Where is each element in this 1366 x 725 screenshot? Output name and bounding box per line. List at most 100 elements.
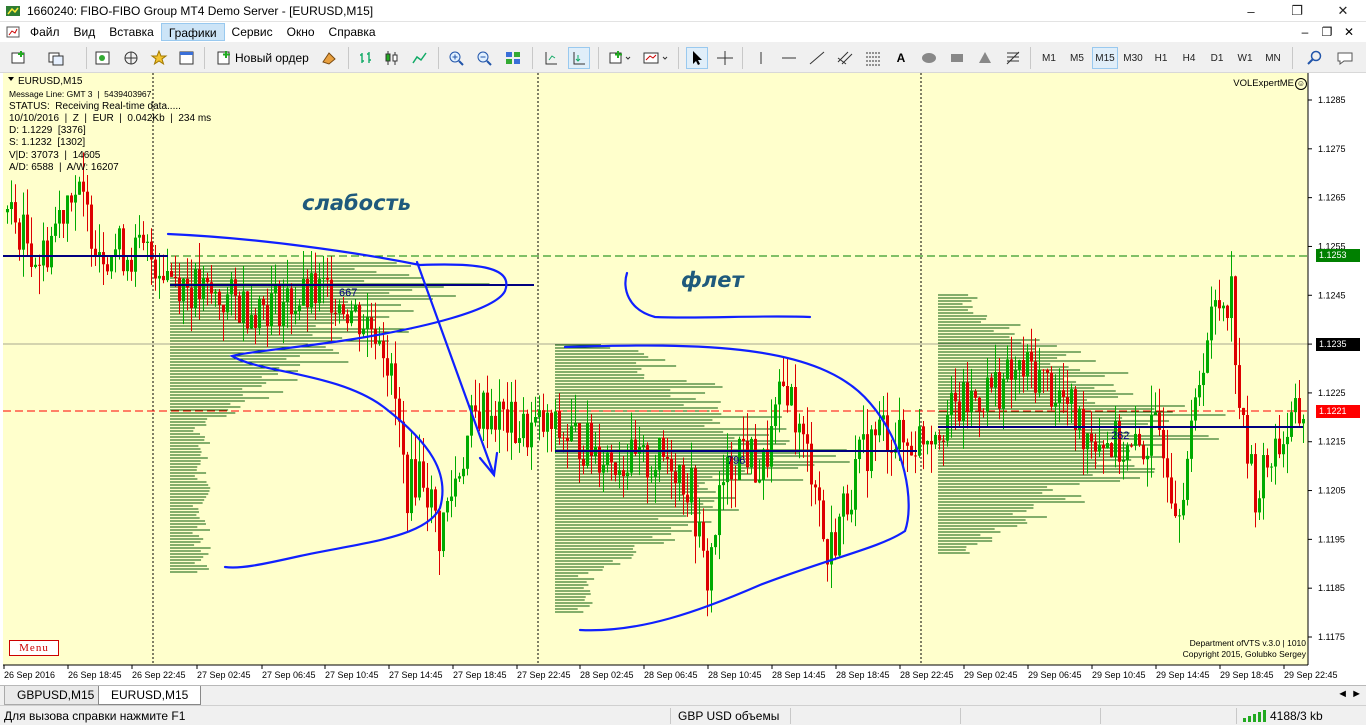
candle-body: [1146, 455, 1149, 460]
search-icon[interactable]: [1304, 47, 1326, 69]
terminal-icon[interactable]: [176, 47, 198, 69]
candle-body: [54, 223, 57, 236]
navigator-icon[interactable]: [120, 47, 142, 69]
new-order-label: Новый ордер: [235, 51, 309, 65]
candlestick-icon[interactable]: [381, 47, 403, 69]
market-watch-icon[interactable]: [92, 47, 114, 69]
candle-body: [770, 426, 773, 467]
mdi-restore-button[interactable]: ❐: [1316, 25, 1338, 39]
candle-body: [386, 358, 389, 376]
timeframe-mn[interactable]: MN: [1260, 47, 1286, 69]
timeframe-m5[interactable]: M5: [1064, 47, 1090, 69]
expert-smiley-icon[interactable]: ☺: [1295, 78, 1307, 90]
time-tick-label: 27 Sep 18:45: [453, 670, 507, 680]
menu-charts[interactable]: Графики: [160, 23, 225, 41]
timeframe-m15[interactable]: M15: [1092, 47, 1118, 69]
horizontal-line-icon[interactable]: [778, 47, 800, 69]
chart-window-icon[interactable]: [6, 25, 20, 39]
timeframe-h1[interactable]: H1: [1148, 47, 1174, 69]
time-tick-label: 27 Sep 06:45: [262, 670, 316, 680]
menu-file[interactable]: Файл: [23, 23, 67, 41]
new-order-button[interactable]: Новый ордер: [212, 47, 313, 69]
indicators-icon[interactable]: [606, 47, 634, 69]
candle-body: [354, 304, 357, 311]
vertical-line-icon[interactable]: [750, 47, 772, 69]
candle-body: [1134, 433, 1137, 446]
autotrading-icon[interactable]: [318, 47, 340, 69]
zoom-in-icon[interactable]: [446, 47, 468, 69]
candle-body: [370, 317, 373, 330]
chat-icon[interactable]: [1334, 47, 1356, 69]
channel-icon[interactable]: [834, 47, 856, 69]
cursor-icon[interactable]: [686, 47, 708, 69]
menu-view[interactable]: Вид: [67, 23, 103, 41]
chart-window[interactable]: 667 796 262 1.1285 1.1275 1.1265 1.1255 1.1245…: [0, 73, 1366, 685]
profile-volume-label: 262: [1111, 430, 1129, 442]
tile-windows-icon[interactable]: [502, 47, 524, 69]
timeframe-h4[interactable]: H4: [1176, 47, 1202, 69]
candle-body: [1042, 369, 1045, 371]
line-chart-icon[interactable]: [409, 47, 431, 69]
zoom-out-icon[interactable]: [474, 47, 496, 69]
menu-tools[interactable]: Сервис: [225, 23, 280, 41]
app-icon: [6, 5, 20, 16]
menu-button[interactable]: Menu: [9, 640, 59, 656]
menu-help[interactable]: Справка: [322, 23, 383, 41]
timeframe-d1[interactable]: D1: [1204, 47, 1230, 69]
time-tick-label: 29 Sep 14:45: [1156, 670, 1210, 680]
candle-body: [338, 304, 341, 314]
candle-body: [1214, 300, 1217, 307]
candle-body: [122, 228, 125, 272]
new-chart-icon[interactable]: [8, 47, 30, 69]
auto-scroll-icon[interactable]: [568, 47, 590, 69]
candle-body: [1226, 305, 1229, 319]
profiles-icon[interactable]: [46, 47, 68, 69]
chart-tabs: GBPUSD,M15 EURUSD,M15 ◄ ►: [0, 685, 1366, 705]
templates-icon[interactable]: [640, 47, 672, 69]
text-tool-button[interactable]: A: [890, 47, 912, 69]
rectangle-icon[interactable]: [946, 47, 968, 69]
mdi-close-button[interactable]: ✕: [1338, 25, 1360, 39]
crosshair-icon[interactable]: [714, 47, 736, 69]
candle-body: [350, 310, 353, 324]
chart-shift-icon[interactable]: [540, 47, 562, 69]
candle-body: [98, 252, 101, 256]
menu-insert[interactable]: Вставка: [102, 23, 161, 41]
timeframe-m30[interactable]: M30: [1120, 47, 1146, 69]
candle-body: [566, 437, 569, 441]
candle-body: [902, 419, 905, 443]
minimize-button[interactable]: –: [1228, 0, 1274, 22]
mdi-minimize-button[interactable]: –: [1294, 25, 1316, 39]
candle-body: [438, 510, 441, 552]
candle-body: [466, 435, 469, 469]
tab-scroll-arrows[interactable]: ◄ ►: [1337, 688, 1362, 700]
candle-body: [694, 468, 697, 537]
bar-chart-icon[interactable]: [355, 47, 377, 69]
candle-body: [874, 429, 877, 436]
candle-body: [1250, 454, 1253, 464]
maximize-button[interactable]: ❐: [1274, 0, 1320, 22]
arrow-up-icon[interactable]: [974, 47, 996, 69]
fibo-expansion-icon[interactable]: [1002, 47, 1024, 69]
trendline-icon[interactable]: [806, 47, 828, 69]
ellipse-icon[interactable]: [918, 47, 940, 69]
timeframe-w1[interactable]: W1: [1232, 47, 1258, 69]
time-tick-label: 26 Sep 18:45: [68, 670, 122, 680]
close-button[interactable]: ✕: [1320, 0, 1366, 22]
time-tick-label: 29 Sep 06:45: [1028, 670, 1082, 680]
candle-body: [602, 465, 605, 473]
candle-body: [502, 401, 505, 410]
menu-window[interactable]: Окно: [280, 23, 322, 41]
candle-body: [322, 277, 325, 279]
new-order-icon: [217, 51, 230, 65]
candle-body: [510, 401, 513, 433]
fibonacci-icon[interactable]: [862, 47, 884, 69]
tab-eurusd[interactable]: EURUSD,M15: [98, 686, 202, 705]
candle-body: [710, 547, 713, 591]
candle-body: [262, 298, 265, 306]
candle-body: [1034, 361, 1037, 393]
candle-body: [514, 401, 517, 443]
tab-gbpusd[interactable]: GBPUSD,M15: [4, 686, 108, 705]
favorites-star-icon[interactable]: [148, 47, 170, 69]
timeframe-m1[interactable]: M1: [1036, 47, 1062, 69]
